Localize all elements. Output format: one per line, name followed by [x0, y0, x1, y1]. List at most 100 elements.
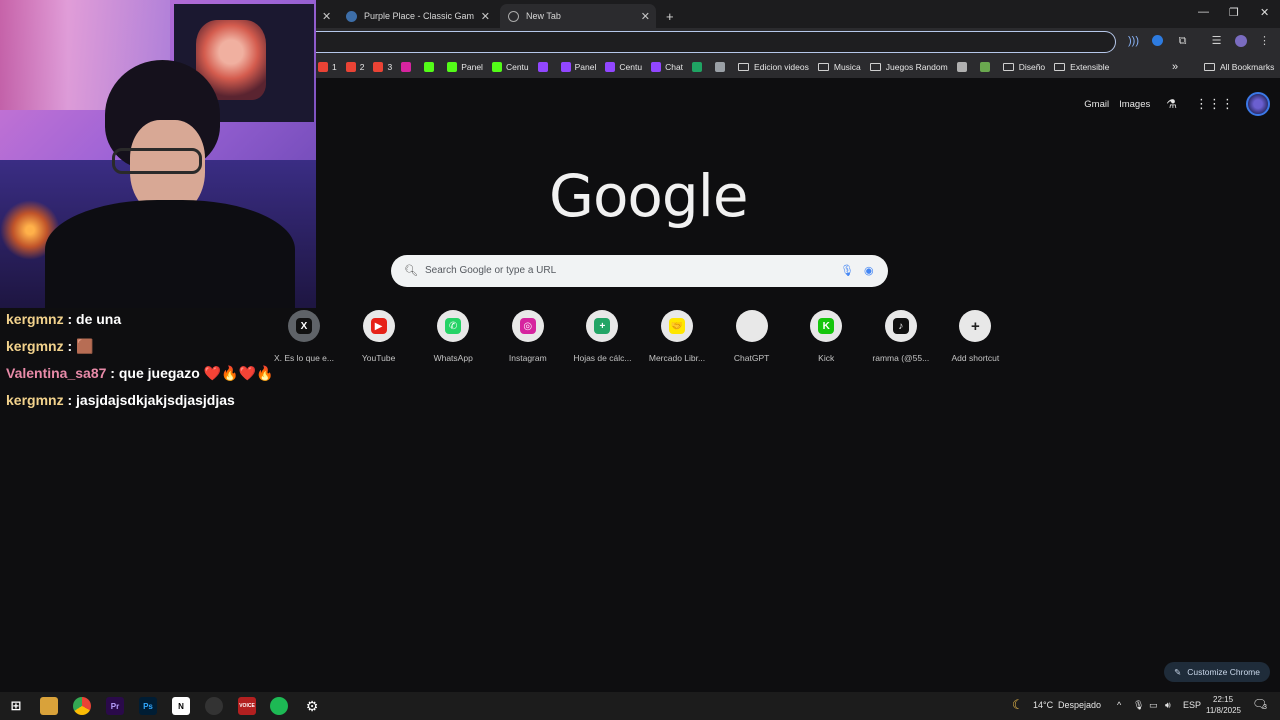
lens-icon[interactable]: ◉	[864, 264, 874, 277]
premiere-icon[interactable]: Pr	[106, 697, 124, 715]
bookmark-item[interactable]	[979, 62, 994, 72]
tab-title: Purple Place - Classic Games e	[364, 11, 474, 21]
shortcut-tile[interactable]: + Hojas de cálc...	[565, 310, 639, 363]
microphone-icon[interactable]: 🎙︎	[840, 264, 854, 277]
file-explorer-icon[interactable]	[40, 697, 58, 715]
bookmark-folder[interactable]: Edicion videos	[738, 62, 809, 72]
close-icon[interactable]: ✕	[481, 10, 490, 23]
shortcut-label: YouTube	[361, 353, 396, 363]
media-controls-icon[interactable]: ☰	[1210, 35, 1223, 48]
tab-new-tab[interactable]: New Tab ✕	[500, 4, 656, 28]
bookmark-item[interactable]: 2	[345, 62, 364, 72]
instagram-icon	[401, 62, 412, 72]
shortcut-tile[interactable]: ChatGPT	[715, 310, 789, 363]
twitch-icon	[560, 62, 571, 72]
google-logo: Google	[549, 162, 749, 230]
plus-icon: +	[967, 318, 984, 335]
extension-badge-icon[interactable]	[1151, 35, 1164, 48]
bookmark-item[interactable]: Panel	[447, 62, 483, 72]
shortcut-tile[interactable]: K Kick	[789, 310, 863, 363]
shortcut-tile[interactable]: ▶ YouTube	[342, 310, 416, 363]
clock-time[interactable]: 22:15	[1213, 695, 1233, 704]
tab-purple-place[interactable]: Purple Place - Classic Games e ✕	[346, 4, 496, 28]
bookmark-folder[interactable]: Musica	[817, 62, 861, 72]
shortcut-tile[interactable]: + Add shortcut	[938, 310, 1012, 363]
settings-icon[interactable]: ⚙	[303, 697, 321, 715]
profile-avatar[interactable]	[1234, 35, 1247, 48]
obs-icon[interactable]	[205, 697, 223, 715]
person-shirt	[45, 200, 295, 308]
twitch-icon	[537, 62, 548, 72]
gmail-link[interactable]: Gmail	[1084, 99, 1109, 110]
shortcut-tile[interactable]: ✆ WhatsApp	[416, 310, 490, 363]
photoshop-icon[interactable]: Ps	[139, 697, 157, 715]
apps-grid-icon[interactable]: ⋮⋮⋮	[1195, 96, 1234, 112]
bookmark-item[interactable]: Chat	[651, 62, 683, 72]
images-link[interactable]: Images	[1119, 99, 1150, 110]
shortcut-tile[interactable]: ♪ ramma (@55...	[864, 310, 938, 363]
tray-overflow-icon[interactable]: ^	[1117, 700, 1121, 710]
bookmark-item[interactable]: Centu	[491, 62, 529, 72]
search-box[interactable]: 🔍︎ Search Google or type a URL 🎙︎ ◉	[391, 255, 888, 287]
close-window-icon[interactable]: ✕	[1260, 6, 1269, 19]
chat-username: kergmnz	[6, 392, 64, 408]
bookmark-item[interactable]	[424, 62, 438, 72]
restore-icon[interactable]: ❐	[1229, 6, 1239, 19]
bookmark-item[interactable]	[401, 62, 415, 72]
kick-icon	[447, 62, 458, 72]
volume-icon[interactable]: 🔊︎	[1165, 700, 1171, 711]
bookmark-item[interactable]: 3	[373, 62, 392, 72]
customize-chrome-button[interactable]: ✎ Customize Chrome	[1164, 662, 1270, 682]
voicemeeter-icon[interactable]: VOICE	[238, 697, 256, 715]
bookmark-item[interactable]: Panel	[560, 62, 596, 72]
tab-close-left[interactable]: ✕	[322, 4, 331, 28]
bookmark-folder[interactable]: Juegos Random	[869, 62, 948, 72]
spotify-icon[interactable]	[270, 697, 288, 715]
shortcut-tile[interactable]: ◎ Instagram	[491, 310, 565, 363]
shortcut-tile[interactable]: 🤝 Mercado Libr...	[640, 310, 714, 363]
bookmark-folder[interactable]: Extensible	[1054, 62, 1109, 72]
shortcut-circle	[735, 310, 768, 342]
chat-message: kergmnz : de una	[6, 311, 121, 327]
kick-icon	[424, 62, 435, 72]
minimize-icon[interactable]: —	[1198, 6, 1209, 18]
weather-temp[interactable]: 14°C	[1033, 700, 1053, 710]
youtube-icon: ▶	[370, 318, 387, 334]
bookmark-item[interactable]	[956, 62, 971, 72]
bookmark-bot-icon[interactable]	[715, 62, 729, 72]
chat-message: kergmnz : 🟫	[6, 338, 93, 355]
notion-icon[interactable]: N	[172, 697, 190, 715]
bookmark-app-icon[interactable]	[692, 62, 706, 72]
menu-icon[interactable]: ⋮	[1258, 35, 1271, 48]
bookmark-item[interactable]: Centu	[605, 62, 642, 72]
chrome-icon	[508, 10, 519, 22]
chat-text: que juegazo ❤️🔥❤️🔥	[118, 365, 274, 381]
chrome-taskbar-icon[interactable]	[73, 697, 91, 715]
robot-icon	[715, 62, 726, 72]
bookmark-folder[interactable]: Diseño	[1002, 62, 1045, 72]
extensions-icon[interactable]: ⧉	[1176, 35, 1189, 48]
chat-text: de una	[76, 311, 122, 327]
shortcut-circle: +	[959, 310, 992, 342]
all-bookmarks[interactable]: All Bookmarks	[1204, 62, 1274, 72]
bookmark-item[interactable]	[537, 62, 552, 72]
chat-separator: :	[63, 311, 77, 327]
sheets-icon: +	[594, 318, 611, 334]
audio-icon[interactable]: )))	[1127, 35, 1140, 48]
bookmarks-overflow-icon[interactable]: »	[1172, 61, 1178, 73]
labs-icon[interactable]: ⚗	[1166, 97, 1177, 111]
new-tab-button[interactable]: +	[666, 4, 674, 28]
windows-start-icon[interactable]: ⊞	[7, 697, 25, 715]
language-indicator[interactable]: ESP	[1183, 700, 1201, 710]
microphone-tray-icon[interactable]: 🎙︎	[1133, 700, 1144, 711]
account-avatar[interactable]	[1246, 92, 1270, 116]
search-placeholder: Search Google or type a URL	[425, 265, 557, 276]
clock-date[interactable]: 11/8/2025	[1206, 706, 1241, 715]
bookmark-item[interactable]: 1	[318, 62, 337, 72]
address-bar[interactable]	[316, 31, 1116, 53]
close-icon[interactable]: ✕	[641, 10, 650, 23]
network-icon[interactable]: ▭	[1149, 700, 1158, 711]
chat-message: Valentina_sa87 : que juegazo ❤️🔥❤️🔥	[6, 365, 273, 382]
weather-desc[interactable]: Despejado	[1058, 700, 1101, 710]
pencil-icon: ✎	[1174, 666, 1182, 677]
